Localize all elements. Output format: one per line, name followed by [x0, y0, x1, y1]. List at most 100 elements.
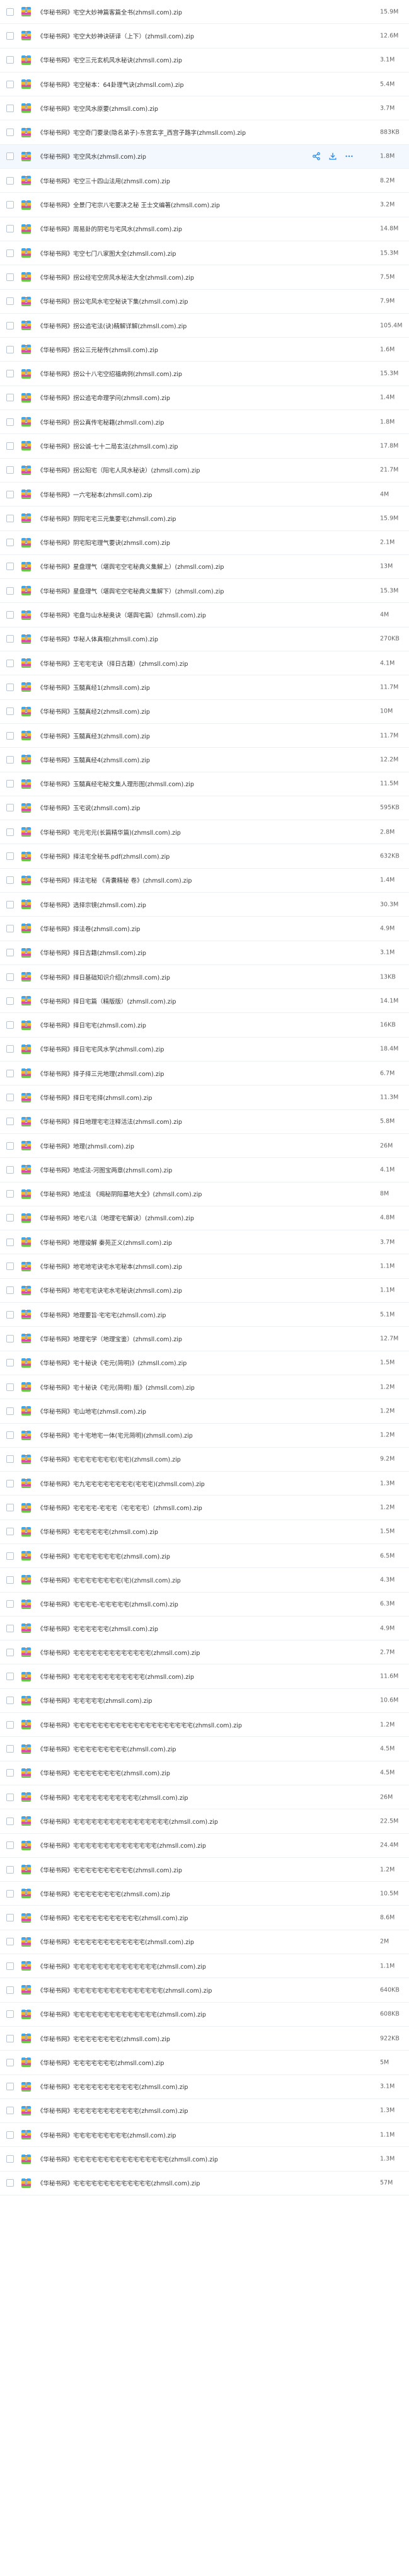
row-checkbox[interactable] — [6, 1697, 14, 1705]
file-name[interactable]: 《华秘书网》拐公十八宅空招福病例(zhmsll.com).zip — [37, 369, 182, 378]
file-name[interactable]: 《华秘书网》宅山地宅(zhmsll.com).zip — [37, 1407, 146, 1416]
file-name[interactable]: 《华秘书网》宅宅宅宅宅宅宅宅(宅)(zhmsll.com).zip — [37, 1576, 181, 1584]
file-name[interactable]: 《华秘书网》择法宅全秘书.pdf(zhmsll.com).zip — [37, 852, 170, 861]
file-name[interactable]: 《华秘书网》宅宅宅宅宅宅宅宅宅宅宅宅(zhmsll.com).zip — [37, 1672, 194, 1681]
file-name[interactable]: 《华秘书网》宅宅宅宅宅宅宅(宅宅)(zhmsll.com).zip — [37, 1455, 181, 1463]
row-checkbox[interactable] — [6, 1817, 14, 1825]
row-checkbox[interactable] — [6, 321, 14, 329]
row-checkbox[interactable] — [6, 370, 14, 378]
file-name[interactable]: 《华秘书网》拐公经宅空房风水秘法大全(zhmsll.com).zip — [37, 273, 194, 282]
row-checkbox[interactable] — [6, 1986, 14, 1994]
file-name[interactable]: 《华秘书网》玉宅说(zhmsll.com).zip — [37, 803, 140, 812]
row-checkbox[interactable] — [6, 2034, 14, 2042]
file-row[interactable]: 《华秘书网》择日地理宅宅注释活法(zhmsll.com).zip 5.8M — [0, 1110, 409, 1134]
file-name[interactable]: 《华秘书网》地成法 《揭秘阴阳墓地大全》(zhmsll.com).zip — [37, 1189, 202, 1198]
row-checkbox[interactable] — [6, 780, 14, 788]
file-row[interactable]: 《华秘书网》宅空七门八家图大全(zhmsll.com).zip 15.3M — [0, 241, 409, 266]
file-row[interactable]: 《华秘书网》择日宅宅择(zhmsll.com).zip 11.3M — [0, 1085, 409, 1110]
row-checkbox[interactable] — [6, 949, 14, 957]
row-checkbox[interactable] — [6, 1238, 14, 1246]
file-row[interactable]: 《华秘书网》宅宅宅宅-宅宅宅（宅宅宅宅）(zhmsll.com).zip 1.2… — [0, 1496, 409, 1520]
file-name[interactable]: 《华秘书网》拐公阳宅（阳宅人风水秘诀）(zhmsll.com).zip — [37, 466, 200, 474]
row-checkbox[interactable] — [6, 201, 14, 209]
file-name[interactable]: 《华秘书网》宅空奇门要录(隐名弟子)-东宫玄字_西宫子路字(zhmsll.com… — [37, 128, 246, 137]
row-checkbox[interactable] — [6, 707, 14, 716]
row-checkbox[interactable] — [6, 1021, 14, 1029]
file-row[interactable]: 《华秘书网》华秘人体真相(zhmsll.com).zip 270KB — [0, 627, 409, 652]
file-name[interactable]: 《华秘书网》择子择三元地理(zhmsll.com).zip — [37, 1069, 164, 1078]
file-row[interactable]: 《华秘书网》地理要旨·宅宅宅(zhmsll.com).zip 5.1M — [0, 1303, 409, 1327]
row-checkbox[interactable] — [6, 852, 14, 861]
file-row[interactable]: 《华秘书网》玉髓真经4(zhmsll.com).zip 12.2M — [0, 748, 409, 772]
row-checkbox[interactable] — [6, 924, 14, 932]
row-checkbox[interactable] — [6, 1142, 14, 1150]
file-row[interactable]: 《华秘书网》地理宅学（地理宝鉴）(zhmsll.com).zip 12.7M — [0, 1327, 409, 1351]
row-checkbox[interactable] — [6, 828, 14, 836]
file-row[interactable]: 《华秘书网》全景门宅宗八宅要决之秘 王士文编著(zhmsll.com).zip … — [0, 193, 409, 217]
file-name[interactable]: 《华秘书网》地理竣解 秦苑正义(zhmsll.com).zip — [37, 1238, 172, 1247]
file-name[interactable]: 《华秘书网》地理(zhmsll.com).zip — [37, 1142, 134, 1150]
file-name[interactable]: 《华秘书网》宅宅宅宅宅宅宅宅宅宅(zhmsll.com).zip — [37, 1865, 182, 1874]
file-row[interactable]: 《华秘书网》宅宅宅宅宅宅宅宅宅宅宅宅宅宅(zhmsll.com).zip 24.… — [0, 1834, 409, 1858]
row-checkbox[interactable] — [6, 2010, 14, 2018]
file-row[interactable]: 《华秘书网》宅宅宅宅宅宅宅宅宅(zhmsll.com).zip 4.5M — [0, 1737, 409, 1761]
share-icon[interactable] — [312, 152, 321, 161]
row-checkbox[interactable] — [6, 611, 14, 619]
file-row[interactable]: 《华秘书网》宅宅宅宅宅宅宅宅宅宅宅宅(zhmsll.com).zip 11.6M — [0, 1664, 409, 1689]
file-row[interactable]: 《华秘书网》宅空三元玄机风水秘诀(zhmsll.com).zip 3.1M — [0, 49, 409, 72]
file-name[interactable]: 《华秘书网》宅宅宅宅宅宅宅宅(zhmsll.com).zip — [37, 1768, 170, 1777]
file-row[interactable]: 《华秘书网》宅宅宅宅宅宅(zhmsll.com).zip 1.5M — [0, 1520, 409, 1544]
row-checkbox[interactable] — [6, 635, 14, 643]
file-name[interactable]: 《华秘书网》地宅八法（地理宅宅解诀）(zhmsll.com).zip — [37, 1213, 194, 1222]
file-row[interactable]: 《华秘书网》地宅八法（地理宅宅解诀）(zhmsll.com).zip 4.8M — [0, 1206, 409, 1231]
file-name[interactable]: 《华秘书网》宅宅宅宅宅宅宅宅宅(zhmsll.com).zip — [37, 1744, 176, 1753]
file-name[interactable]: 《华秘书网》择日基础知识介绍(zhmsll.com).zip — [37, 973, 170, 982]
file-row[interactable]: 《华秘书网》宅空三十四山法用(zhmsll.com).zip 8.2M — [0, 169, 409, 193]
file-name[interactable]: 《华秘书网》王宅宅宅诀（择日古籍）(zhmsll.com).zip — [37, 659, 188, 668]
row-checkbox[interactable] — [6, 1938, 14, 1946]
row-checkbox[interactable] — [6, 56, 14, 64]
file-row[interactable]: 《华秘书网》宅盘与山水秘奥诀（堪舆宅篇）(zhmsll.com).zip 4M — [0, 603, 409, 627]
file-name[interactable]: 《华秘书网》宅宅宅宅宅宅宅宅宅宅宅(zhmsll.com).zip — [37, 2106, 188, 2115]
file-row[interactable]: 《华秘书网》地宅宅宅诀宅水宅秘诀(zhmsll.com).zip 1.1M — [0, 1279, 409, 1303]
file-row[interactable]: 《华秘书网》周易卦的阴宅与宅风水(zhmsll.com).zip 14.8M — [0, 217, 409, 241]
file-row[interactable]: 《华秘书网》宅宅宅宅宅宅宅宅(zhmsll.com).zip 10.5M — [0, 1882, 409, 1906]
row-checkbox[interactable] — [6, 225, 14, 233]
row-checkbox[interactable] — [6, 273, 14, 281]
row-checkbox[interactable] — [6, 1045, 14, 1053]
row-checkbox[interactable] — [6, 152, 14, 161]
more-icon[interactable] — [345, 152, 354, 161]
file-row[interactable]: 《华秘书网》地成法 《揭秘阴阳墓地大全》(zhmsll.com).zip 8M — [0, 1182, 409, 1206]
file-row[interactable]: 《华秘书网》择法卷(zhmsll.com).zip 4.9M — [0, 917, 409, 941]
file-name[interactable]: 《华秘书网》宅空风水(zhmsll.com).zip — [37, 152, 146, 161]
file-row[interactable]: 《华秘书网》拐公诚·七十二局玄法(zhmsll.com).zip 17.8M — [0, 434, 409, 459]
file-name[interactable]: 《华秘书网》一六宅秘本(zhmsll.com).zip — [37, 490, 152, 499]
row-checkbox[interactable] — [6, 973, 14, 981]
row-checkbox[interactable] — [6, 755, 14, 764]
file-name[interactable]: 《华秘书网》星盘理气（堪舆宅空宅秘典义集解上）(zhmsll.com).zip — [37, 562, 224, 571]
file-name[interactable]: 《华秘书网》华秘人体真相(zhmsll.com).zip — [37, 634, 158, 643]
file-name[interactable]: 《华秘书网》玉髓真经宅秘文集人理形图(zhmsll.com).zip — [37, 779, 194, 788]
file-name[interactable]: 《华秘书网》阴阳宅宅三元集要宅(zhmsll.com).zip — [37, 514, 176, 523]
file-row[interactable]: 《华秘书网》宅宅宅宅宅宅宅(zhmsll.com).zip 5M — [0, 2051, 409, 2075]
file-row[interactable]: 《华秘书网》择法宅全秘书.pdf(zhmsll.com).zip 632KB — [0, 844, 409, 869]
row-checkbox[interactable] — [6, 1262, 14, 1271]
file-row[interactable]: 《华秘书网》宅宅宅宅宅宅宅宅宅宅宅宅宅宅宅宅(zhmsll.com).zip 1… — [0, 2147, 409, 2172]
file-row[interactable]: 《华秘书网》宅宅宅宅宅宅宅宅(宅)(zhmsll.com).zip 4.3M — [0, 1568, 409, 1593]
file-row[interactable]: 《华秘书网》阴宅阳宅理气要诀(zhmsll.com).zip 2.1M — [0, 531, 409, 555]
file-name[interactable]: 《华秘书网》宅宅宅宅宅宅宅宅宅宅宅(zhmsll.com).zip — [37, 1913, 188, 1922]
row-checkbox[interactable] — [6, 1479, 14, 1487]
file-name[interactable]: 《华秘书网》宅盘与山水秘奥诀（堪舆宅篇）(zhmsll.com).zip — [37, 610, 206, 619]
row-checkbox[interactable] — [6, 731, 14, 740]
file-name[interactable]: 《华秘书网》拐公诚·七十二局玄法(zhmsll.com).zip — [37, 442, 178, 450]
file-row[interactable]: 《华秘书网》宅十宅地宅一体(宅元简明)(zhmsll.com).zip 1.2M — [0, 1424, 409, 1448]
row-checkbox[interactable] — [6, 997, 14, 1005]
row-checkbox[interactable] — [6, 1214, 14, 1222]
file-name[interactable]: 《华秘书网》宅宅宅宅宅宅宅宅宅(zhmsll.com).zip — [37, 2131, 176, 2139]
file-name[interactable]: 《华秘书网》地宅地宅诀宅水宅秘本(zhmsll.com).zip — [37, 1262, 182, 1271]
file-name[interactable]: 《华秘书网》宅宅宅宅宅宅宅宅宅宅宅宅宅宅宅(zhmsll.com).zip — [37, 1986, 212, 1995]
file-row[interactable]: 《华秘书网》择子择三元地理(zhmsll.com).zip 6.7M — [0, 1062, 409, 1086]
file-name[interactable]: 《华秘书网》宅宅宅宅宅宅(zhmsll.com).zip — [37, 1527, 158, 1536]
file-row[interactable]: 《华秘书网》宅宅宅宅宅宅(zhmsll.com).zip 4.9M — [0, 1617, 409, 1641]
file-name[interactable]: 《华秘书网》宅空秘本：64卦理气诀(zhmsll.com).zip — [37, 80, 183, 89]
